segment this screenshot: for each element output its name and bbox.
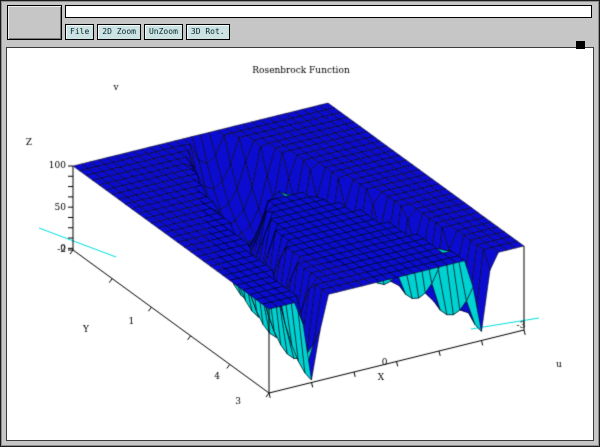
- plot3d-canvas[interactable]: [7, 48, 593, 440]
- file-button[interactable]: File: [65, 24, 94, 40]
- unzoom-button[interactable]: UnZoom: [144, 24, 183, 40]
- window-menu-panel[interactable]: [7, 5, 62, 40]
- message-strip: [65, 5, 592, 18]
- rot-3d-button[interactable]: 3D Rot.: [186, 24, 230, 40]
- graphics-window: File 2D Zoom UnZoom 3D Rot.: [0, 0, 600, 447]
- plot-area: [6, 47, 594, 441]
- zoom-2d-button[interactable]: 2D Zoom: [97, 24, 141, 40]
- corner-marker: [576, 41, 585, 49]
- toolbar: File 2D Zoom UnZoom 3D Rot.: [65, 24, 230, 40]
